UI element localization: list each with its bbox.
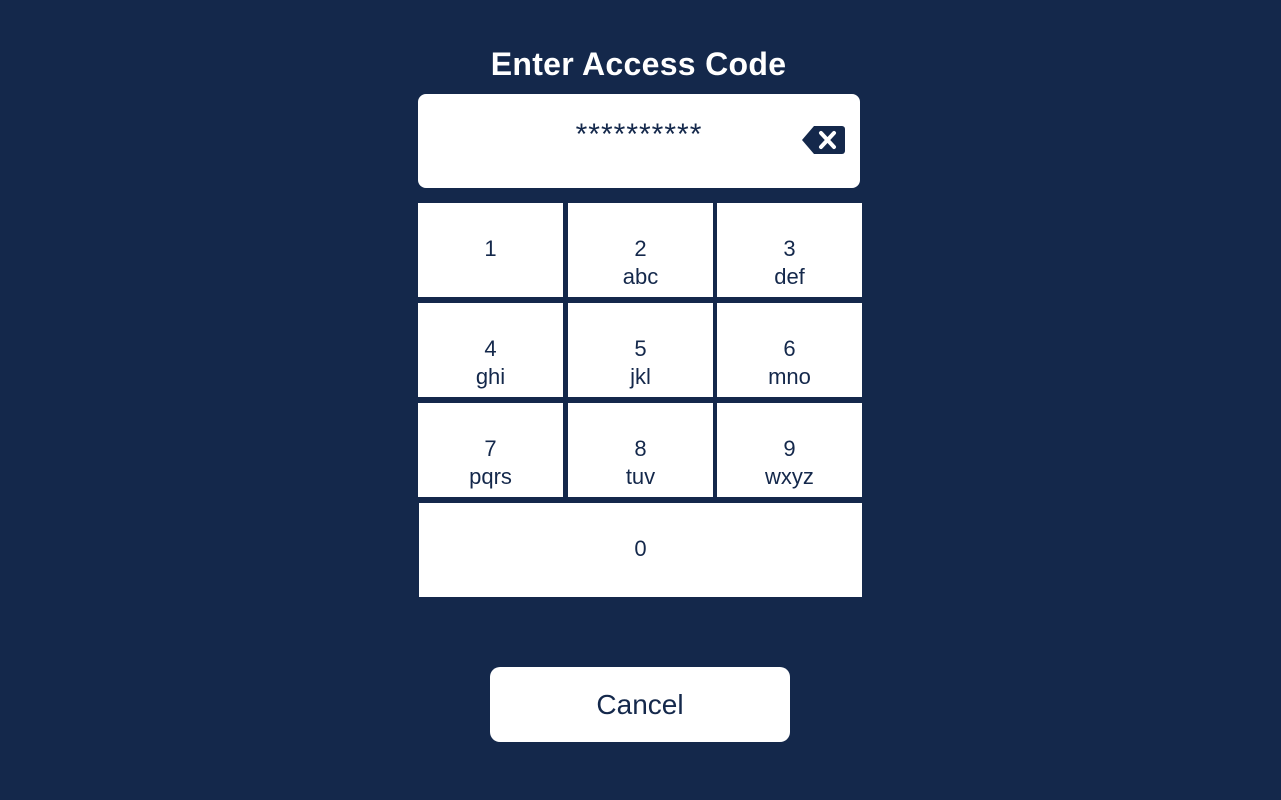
- key-digit: 8: [634, 436, 647, 461]
- key-7[interactable]: 7 pqrs: [418, 403, 563, 497]
- key-1[interactable]: 1: [418, 203, 563, 297]
- key-digit: 4: [484, 336, 497, 361]
- key-5[interactable]: 5 jkl: [568, 303, 713, 397]
- key-letters: wxyz: [765, 464, 814, 489]
- key-letters: jkl: [630, 364, 651, 389]
- key-4[interactable]: 4 ghi: [418, 303, 563, 397]
- key-3[interactable]: 3 def: [717, 203, 862, 297]
- masked-code: **********: [575, 118, 703, 151]
- key-letters: tuv: [625, 464, 656, 489]
- cancel-button[interactable]: Cancel: [490, 667, 790, 742]
- key-0[interactable]: 0: [419, 503, 862, 597]
- key-letters: ghi: [475, 364, 506, 389]
- key-6[interactable]: 6 mno: [717, 303, 862, 397]
- key-letters: pqrs: [469, 464, 512, 489]
- key-digit: 9: [783, 436, 796, 461]
- key-letters: abc: [622, 264, 659, 289]
- key-2[interactable]: 2 abc: [568, 203, 713, 297]
- key-digit: 3: [783, 236, 796, 261]
- page-title: Enter Access Code: [490, 46, 787, 82]
- key-digit: 7: [484, 436, 497, 461]
- key-8[interactable]: 8 tuv: [568, 403, 713, 497]
- key-digit: 1: [484, 236, 497, 261]
- key-digit: 2: [634, 236, 647, 261]
- backspace-icon[interactable]: [800, 124, 846, 156]
- key-9[interactable]: 9 wxyz: [717, 403, 862, 497]
- key-letters: mno: [768, 364, 811, 389]
- key-digit: 5: [634, 336, 647, 361]
- key-digit: 0: [634, 536, 647, 561]
- key-letters: def: [774, 264, 805, 289]
- key-digit: 6: [783, 336, 796, 361]
- code-display: **********: [418, 94, 860, 188]
